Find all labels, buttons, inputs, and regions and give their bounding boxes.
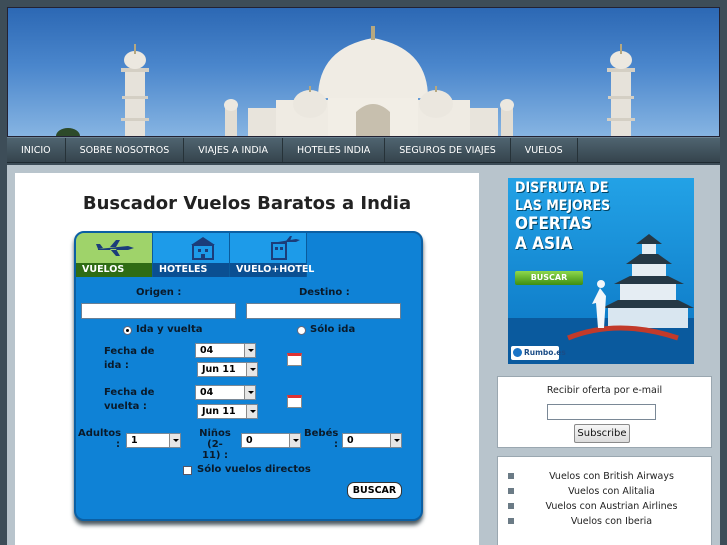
nav-item-inicio[interactable]: INICIO [7,138,66,162]
content-area: Buscador Vuelos Baratos a India VUELOS H… [7,165,720,545]
search-button[interactable]: BUSCAR [347,482,402,499]
flight-hotel-icon [230,233,306,263]
bebes-label: Bebés : [304,428,339,450]
destino-label: Destino : [299,287,350,298]
bullet-icon [508,503,514,509]
chevron-down-icon [244,386,255,399]
airplane-icon [76,233,152,263]
direct-flights-checkbox[interactable] [183,466,192,475]
calendar-icon[interactable] [287,353,302,366]
list-item[interactable]: Vuelos con Iberia [498,514,711,529]
bullet-icon [508,473,514,479]
chevron-down-icon [390,434,401,447]
one-way-radio[interactable] [297,326,306,335]
bebes-select[interactable]: 0 [342,433,402,448]
main-nav: INICIO SOBRE NOSOTROS VIAJES A INDIA HOT… [7,137,720,163]
vuelta-day-select[interactable]: 04 [195,385,256,400]
chevron-down-icon [289,434,300,447]
fecha-vuelta-label: Fecha de vuelta : [104,387,155,412]
asia-offers-ad[interactable]: DISFRUTA DE LAS MEJORES OFERTAS A ASIA B… [508,178,694,364]
destino-input[interactable] [246,303,401,319]
fecha-ida-label: Fecha de ida : [104,346,155,371]
taj-mahal-illustration [56,26,635,136]
adultos-select[interactable]: 1 [126,433,181,448]
newsletter-box: Recibir oferta por e-mail Subscribe [497,376,712,448]
nav-item-seguros-de-viajes[interactable]: SEGUROS DE VIAJES [385,138,511,162]
subscribe-button[interactable]: Subscribe [574,424,630,443]
search-tabs: VUELOS HOTELES VUELO+HOTEL [76,233,314,277]
nav-item-viajes-a-india[interactable]: VIAJES A INDIA [184,138,283,162]
tab-hoteles-label: HOTELES [153,263,229,277]
nav-item-hoteles-india[interactable]: HOTELES INDIA [283,138,386,162]
tab-vuelos[interactable]: VUELOS [76,233,153,277]
list-item[interactable]: Vuelos con British Airways [498,469,711,484]
chevron-down-icon [169,434,180,447]
ad-headline-1: DISFRUTA DE [515,180,609,196]
ad-headline-2: LAS MEJORES [515,198,611,214]
round-trip-radio[interactable] [123,326,132,335]
bullet-icon [508,518,514,524]
ninos-label: Niños (2- 11) : [199,428,231,461]
chevron-down-icon [244,344,255,357]
origen-label: Origen : [136,287,182,298]
main-column: Buscador Vuelos Baratos a India VUELOS H… [15,173,479,545]
list-item[interactable]: Vuelos con Alitalia [498,484,711,499]
direct-flights-label: Sólo vuelos directos [197,464,311,475]
adultos-label: Adultos : [78,428,122,450]
nav-item-sobre-nosotros[interactable]: SOBRE NOSOTROS [66,138,185,162]
tab-vuelo-hotel-label: VUELO+HOTEL [230,263,314,277]
chevron-down-icon [246,363,257,376]
origen-input[interactable] [81,303,236,319]
chevron-down-icon [246,405,257,418]
bullet-icon [508,488,514,494]
list-item[interactable]: Vuelos con Austrian Airlines [498,499,711,514]
newsletter-label: Recibir oferta por e-mail [546,385,663,396]
links-box: Vuelos con British Airways Vuelos con Al… [497,456,712,545]
building-icon [153,233,229,263]
ida-month-select[interactable]: Jun 11 [197,362,258,377]
calendar-icon[interactable] [287,395,302,408]
ad-buscar-button[interactable]: BUSCAR [515,271,583,285]
vuelta-month-select[interactable]: Jun 11 [197,404,258,419]
ad-headline-4: A ASIA [515,234,573,254]
nav-item-vuelos[interactable]: VUELOS [511,138,578,162]
page-title: Buscador Vuelos Baratos a India [82,193,412,214]
ida-day-select[interactable]: 04 [195,343,256,358]
tab-vuelo-hotel[interactable]: VUELO+HOTEL [230,233,314,277]
tab-vuelos-label: VUELOS [76,263,152,277]
header-banner [7,7,720,137]
ninos-select[interactable]: 0 [241,433,301,448]
one-way-label: Sólo ida [310,324,356,335]
ad-logo: Rumbo.es [511,346,566,360]
ad-headline-3: OFERTAS [515,214,592,234]
round-trip-label: Ida y vuelta [136,324,203,335]
flight-search-widget: VUELOS HOTELES VUELO+HOTEL Origen : Dest… [74,231,423,521]
tab-hoteles[interactable]: HOTELES [153,233,230,277]
newsletter-email-input[interactable] [547,404,656,420]
